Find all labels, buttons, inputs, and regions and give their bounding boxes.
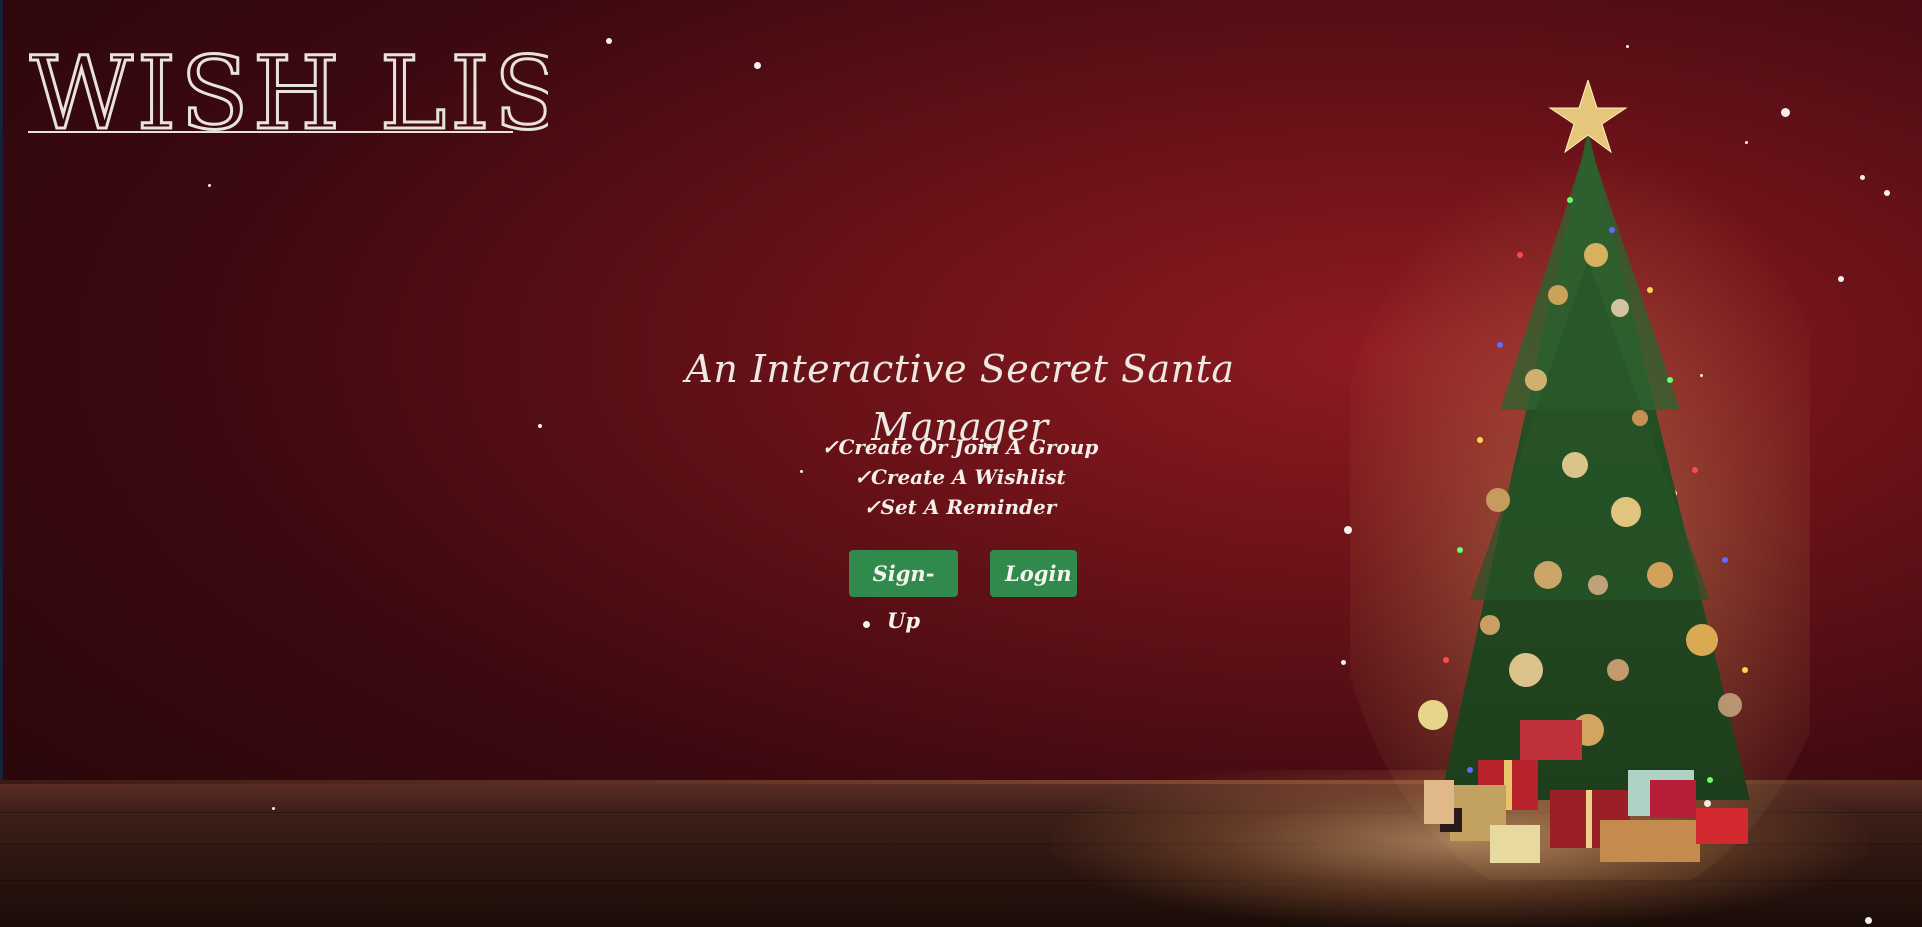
snowflake (538, 424, 542, 428)
wishlist-logo: WISH LIST (28, 28, 634, 168)
signup-button[interactable]: Sign-Up (849, 550, 958, 633)
feature-item: ✓Create A Wishlist (854, 465, 1066, 489)
snowflake (208, 184, 211, 187)
snowflake (272, 807, 275, 810)
snowflake (754, 62, 761, 69)
background-scene: WISH LIST An Interactive Secret Santa Ma… (0, 0, 1922, 927)
snowflake (1865, 917, 1872, 924)
christmas-tree-image (1350, 80, 1810, 880)
snowflake (1838, 276, 1844, 282)
snowflake (1860, 175, 1865, 180)
snowflake (1626, 45, 1629, 48)
logo-artwork: WISH LIST (28, 34, 634, 154)
snowflake (863, 621, 870, 628)
snowflake (1884, 190, 1890, 196)
login-button[interactable]: Login (990, 550, 1077, 597)
snowflake (606, 38, 612, 44)
feature-list: ✓Create Or Join A Group ✓Create A Wishli… (760, 432, 1160, 522)
logo-text: WISH LIST (30, 35, 548, 152)
snowflake (1341, 660, 1346, 665)
auth-buttons: Sign-Up Login (849, 550, 1077, 633)
feature-item: ✓Create Or Join A Group (821, 435, 1099, 459)
feature-item: ✓Set A Reminder (863, 495, 1057, 519)
